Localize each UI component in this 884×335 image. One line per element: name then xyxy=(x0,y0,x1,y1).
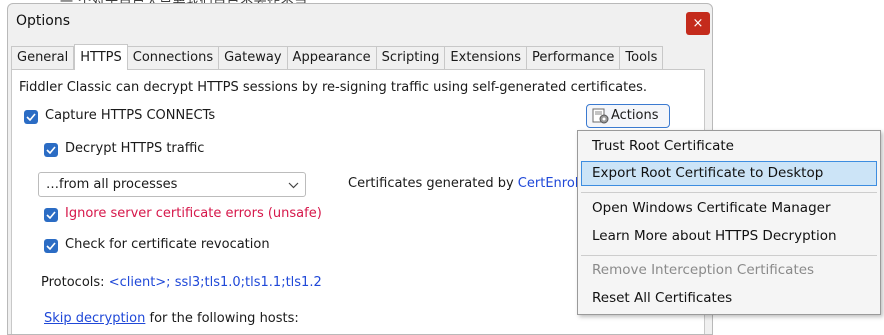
skip-decryption-suffix: for the following hosts: xyxy=(149,311,299,326)
skip-decryption-row: Skip decryption for the following hosts: xyxy=(44,311,299,326)
tab-tools[interactable]: Tools xyxy=(620,46,664,69)
protocols-row: Protocols: <client>; ssl3;tls1.0;tls1.1;… xyxy=(41,275,322,290)
cert-generator-text: Certificates generated by CertEnroll xyxy=(348,176,582,191)
menu-separator xyxy=(581,192,877,193)
menu-item-export-root[interactable]: Export Root Certificate to Desktop xyxy=(581,161,877,186)
process-filter-value: …from all processes xyxy=(46,177,178,192)
menu-item-remove-interception: Remove Interception Certificates xyxy=(592,262,815,278)
decrypt-https-checkbox[interactable] xyxy=(44,143,58,157)
menu-separator xyxy=(581,255,877,256)
protocols-prefix: Protocols: xyxy=(41,275,105,290)
tab-general[interactable]: General xyxy=(11,46,75,69)
title-bar: Options × xyxy=(8,4,712,40)
actions-button[interactable]: Actions xyxy=(586,104,670,128)
tab-https[interactable]: HTTPS xyxy=(74,44,128,70)
tab-performance[interactable]: Performance xyxy=(527,46,621,69)
checkmark-icon xyxy=(46,211,56,219)
tab-strip: General HTTPS Connections Gateway Appear… xyxy=(11,44,664,70)
cert-generator-prefix: Certificates generated by xyxy=(348,176,514,191)
ignore-cert-errors-checkbox[interactable] xyxy=(44,208,58,222)
https-description: Fiddler Classic can decrypt HTTPS sessio… xyxy=(19,80,648,95)
window-title: Options xyxy=(16,13,71,29)
chevron-down-icon xyxy=(288,178,299,193)
certenroll-link[interactable]: CertEnroll xyxy=(518,176,582,191)
checkmark-icon xyxy=(46,146,56,154)
tab-connections[interactable]: Connections xyxy=(127,46,220,69)
certificate-gear-icon xyxy=(592,108,610,128)
ignore-cert-errors-label: Ignore server certificate errors (unsafe… xyxy=(65,206,322,221)
cert-revocation-label: Check for certificate revocation xyxy=(65,237,270,252)
close-button[interactable]: × xyxy=(686,12,710,35)
decrypt-https-label: Decrypt HTTPS traffic xyxy=(65,141,205,156)
actions-label: Actions xyxy=(611,108,659,123)
close-icon: × xyxy=(692,16,704,31)
menu-item-reset-all[interactable]: Reset All Certificates xyxy=(581,286,877,311)
skip-decryption-link[interactable]: Skip decryption xyxy=(44,311,145,326)
actions-menu: Trust Root Certificate Export Root Certi… xyxy=(577,130,881,315)
tab-scripting[interactable]: Scripting xyxy=(376,46,446,69)
cert-revocation-checkbox[interactable] xyxy=(44,239,58,253)
process-filter-dropdown[interactable]: …from all processes xyxy=(38,172,306,197)
protocols-link[interactable]: <client>; ssl3;tls1.0;tls1.1;tls1.2 xyxy=(109,275,322,290)
menu-item-trust-root[interactable]: Trust Root Certificate xyxy=(581,134,877,159)
tab-gateway[interactable]: Gateway xyxy=(219,46,288,69)
tab-extensions[interactable]: Extensions xyxy=(445,46,528,69)
checkmark-icon xyxy=(46,242,56,250)
capture-https-label: Capture HTTPS CONNECTs xyxy=(45,108,216,123)
checkmark-icon xyxy=(26,113,36,121)
tab-appearance[interactable]: Appearance xyxy=(287,46,377,69)
capture-https-checkbox[interactable] xyxy=(24,110,38,124)
menu-item-open-cert-manager[interactable]: Open Windows Certificate Manager xyxy=(581,196,877,221)
menu-item-learn-more[interactable]: Learn More about HTTPS Decryption xyxy=(581,224,877,249)
